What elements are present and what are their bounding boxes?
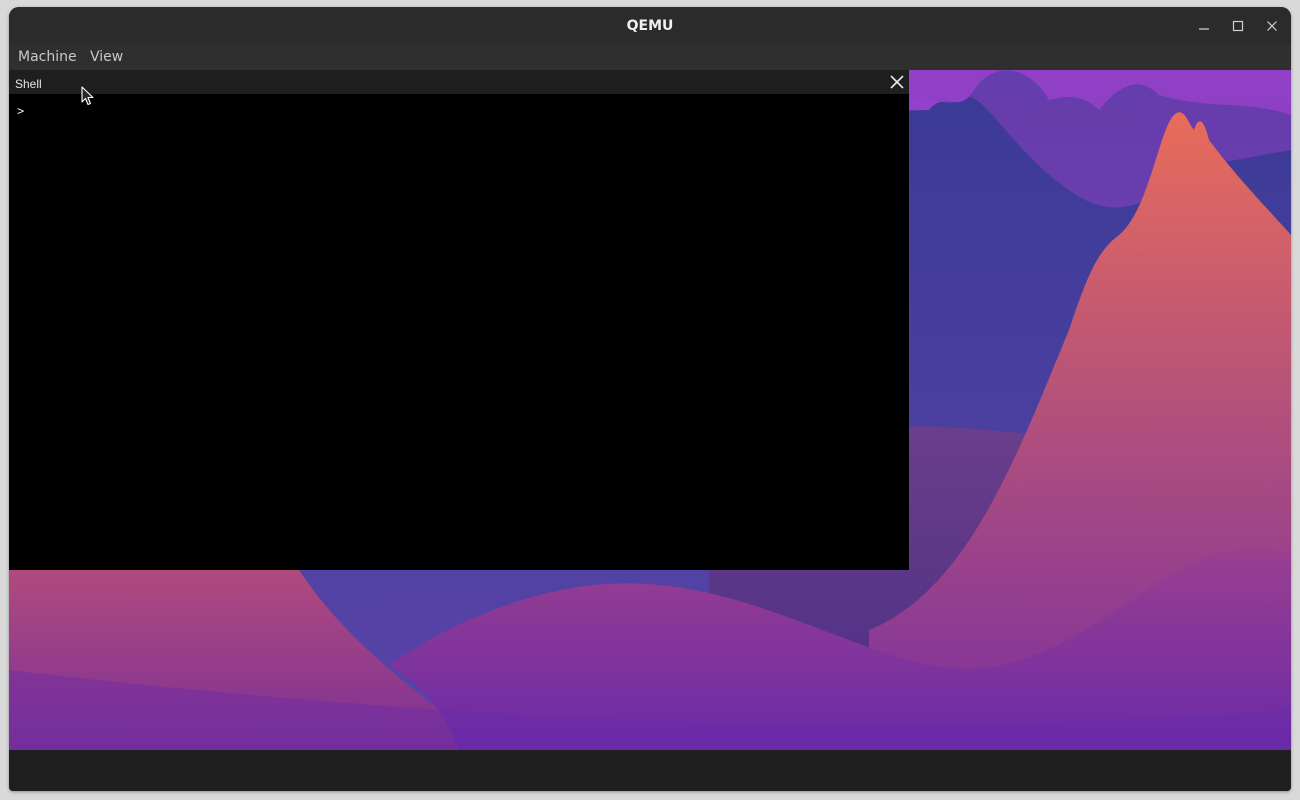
close-button[interactable]	[1262, 16, 1282, 36]
maximize-icon	[1232, 20, 1244, 32]
menu-view[interactable]: View	[90, 45, 123, 70]
close-icon	[1267, 21, 1277, 31]
shell-close-button[interactable]	[888, 73, 906, 91]
shell-header[interactable]: Shell	[9, 70, 909, 94]
close-icon	[890, 75, 904, 89]
qemu-window: QEMU Machine View Shell >	[9, 7, 1291, 791]
shell-panel[interactable]: Shell >	[9, 70, 909, 570]
maximize-button[interactable]	[1228, 16, 1248, 36]
vm-display[interactable]: Shell >	[9, 70, 1291, 750]
menu-machine[interactable]: Machine	[18, 45, 77, 70]
shell-terminal[interactable]: >	[9, 94, 909, 570]
shell-prompt: >	[17, 104, 25, 118]
status-bar	[9, 750, 1291, 791]
title-bar[interactable]: QEMU	[9, 7, 1291, 46]
menu-bar: Machine View	[9, 45, 1291, 70]
minimize-icon	[1199, 28, 1209, 30]
shell-title: Shell	[15, 77, 42, 91]
minimize-button[interactable]	[1194, 16, 1214, 36]
window-title: QEMU	[626, 18, 674, 34]
